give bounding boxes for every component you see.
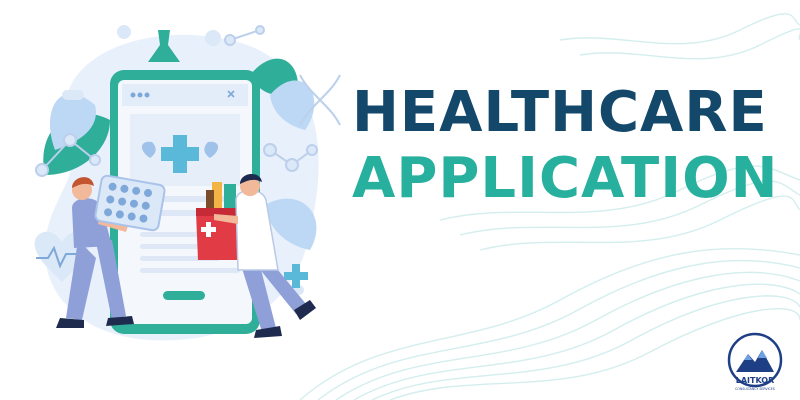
headline-line-1: HEALTHCARE (352, 80, 768, 145)
phone-button (163, 291, 205, 300)
blister-pack (94, 174, 166, 232)
company-logo: LAITKOR CONSULTANCY SERVICES (727, 332, 783, 391)
window-dots-icon (130, 92, 150, 98)
logo-name: LAITKOR (736, 376, 775, 385)
headline-line-2: APPLICATION (352, 146, 779, 211)
logo-tagline: CONSULTANCY SERVICES (735, 387, 775, 391)
